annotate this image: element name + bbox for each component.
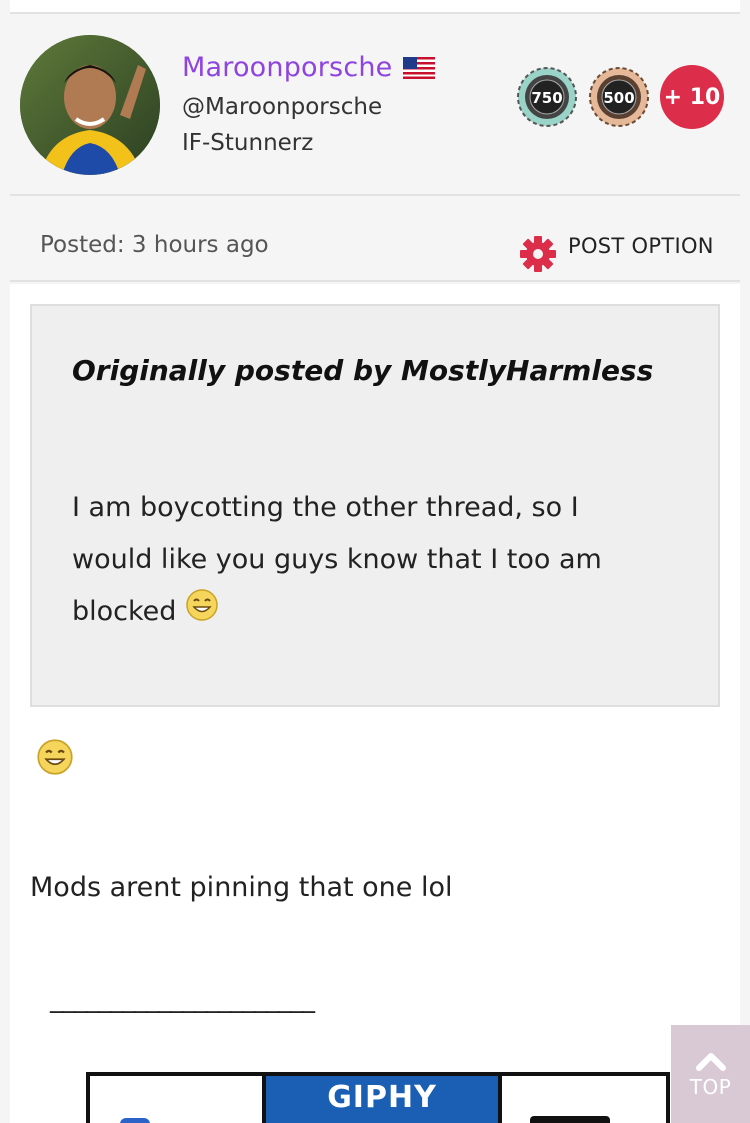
top-divider: [10, 0, 740, 14]
posted-time: Posted: 3 hours ago: [40, 232, 269, 258]
grin-emoji-icon: [185, 588, 219, 622]
avatar[interactable]: BAY: [20, 35, 160, 175]
post-meta-bar: Posted: 3 hours ago POST OPTION: [10, 198, 740, 282]
giphy-label: GIPHY: [327, 1080, 437, 1115]
quote-author: Originally posted by MostlyHarmless: [72, 354, 654, 387]
quote-text: I am boycotting the other thread, so I w…: [72, 482, 662, 638]
us-flag-icon: [402, 56, 435, 79]
gear-icon: [520, 236, 556, 272]
post-page: BAY Maroonporsche @Maroonporsche IF-Stun…: [0, 0, 750, 1123]
more-badges-button[interactable]: + 10: [660, 65, 724, 129]
chevron-up-icon: [695, 1053, 726, 1071]
badge-750-icon[interactable]: 750: [516, 66, 578, 128]
top-label: TOP: [689, 1075, 732, 1099]
svg-text:750: 750: [531, 89, 562, 107]
giphy-image[interactable]: GIPHY: [86, 1072, 670, 1123]
quote-text-content: I am boycotting the other thread, so I w…: [72, 492, 602, 627]
quote-block: Originally posted by MostlyHarmless I am…: [30, 304, 720, 707]
signature-divider: ______________________: [50, 984, 315, 1014]
username-link[interactable]: Maroonporsche: [182, 52, 393, 83]
giphy-banner: GIPHY: [262, 1076, 502, 1123]
user-header: BAY Maroonporsche @Maroonporsche IF-Stun…: [10, 14, 740, 196]
post-body-text: Mods arent pinning that one lol: [30, 872, 453, 903]
post-option-label: POST OPTION: [568, 234, 714, 258]
team-logo-icon: [120, 1118, 150, 1123]
badge-500-icon[interactable]: 500: [588, 66, 650, 128]
user-name-row: Maroonporsche: [182, 52, 435, 83]
broadcast-logo-icon: [530, 1116, 610, 1123]
svg-text:BAY: BAY: [78, 159, 109, 175]
svg-text:500: 500: [603, 89, 634, 107]
grin-emoji-icon: [36, 738, 74, 776]
post-content: Originally posted by MostlyHarmless I am…: [10, 284, 740, 1123]
user-handle: @Maroonporsche: [182, 94, 383, 120]
back-to-top-button[interactable]: TOP: [671, 1025, 750, 1123]
user-group: IF-Stunnerz: [182, 130, 314, 156]
post-option-button[interactable]: POST OPTION: [520, 234, 714, 272]
